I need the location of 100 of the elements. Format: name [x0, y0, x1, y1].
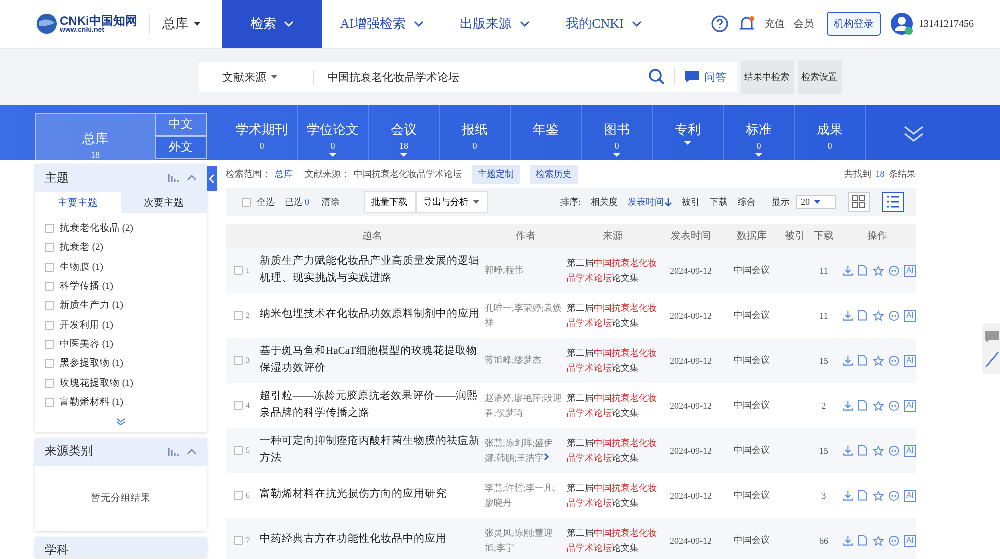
- checkbox[interactable]: [45, 378, 54, 388]
- star-icon[interactable]: [872, 310, 884, 322]
- topic-option[interactable]: 黑参提取物 (1): [60, 357, 124, 370]
- language-tab[interactable]: 中文: [155, 113, 207, 136]
- document-icon[interactable]: [858, 264, 868, 277]
- select-all-label[interactable]: 全选: [257, 196, 275, 208]
- topic-option[interactable]: 中医美容 (1): [60, 338, 114, 351]
- ask-link[interactable]: 问答: [704, 70, 726, 84]
- checkbox[interactable]: [45, 282, 54, 292]
- more-authors-icon[interactable]: [544, 452, 550, 460]
- search-option-button[interactable]: 结果中检索: [740, 60, 794, 94]
- search-icon[interactable]: [648, 68, 666, 86]
- paper-title[interactable]: 基于斑马鱼和HaCaT细胞模型的玫瑰花提取物保湿功效评价: [260, 344, 485, 377]
- topic-option[interactable]: 抗衰老化妆品 (2): [60, 222, 134, 236]
- checkbox[interactable]: [242, 198, 251, 206]
- chat-icon[interactable]: [682, 69, 700, 85]
- checkbox[interactable]: [234, 401, 243, 410]
- grid-view-button[interactable]: [848, 192, 870, 212]
- checkbox[interactable]: [45, 340, 54, 349]
- download-icon[interactable]: [843, 264, 854, 276]
- category-tab[interactable]: 会议 18: [369, 105, 440, 160]
- checkbox[interactable]: [234, 266, 243, 275]
- star-icon[interactable]: [872, 354, 884, 366]
- topic-option[interactable]: 富勒烯材料 (1): [60, 396, 124, 409]
- source-cell[interactable]: 第二届中国抗衰老化妆品学术论坛论文集: [567, 390, 659, 420]
- category-tab[interactable]: 报纸 0: [440, 105, 511, 160]
- paper-title[interactable]: 中药经典古方在功能性化妆品中的应用: [260, 532, 485, 549]
- checkbox[interactable]: [234, 446, 243, 455]
- document-icon[interactable]: [858, 489, 868, 502]
- scope-value[interactable]: 总库: [275, 168, 293, 180]
- search-option-button[interactable]: 检索设置: [798, 60, 842, 94]
- document-icon[interactable]: [858, 444, 868, 457]
- quote-icon[interactable]: [889, 400, 900, 412]
- topic-option[interactable]: 科学传播 (1): [60, 280, 114, 294]
- checkbox[interactable]: [45, 398, 54, 407]
- speech-bubble-icon[interactable]: [984, 329, 1000, 345]
- chart-icon[interactable]: [168, 448, 179, 456]
- star-icon[interactable]: [872, 264, 884, 276]
- more-icon[interactable]: [116, 418, 126, 426]
- login-button[interactable]: 机构登录: [827, 12, 881, 36]
- quote-icon[interactable]: [889, 354, 900, 366]
- download-icon[interactable]: [843, 354, 854, 366]
- paper-title[interactable]: 新质生产力赋能化妆品产业高质量发展的逻辑机理、现实挑战与实践进路: [260, 254, 485, 287]
- page-size-dropdown[interactable]: 20: [796, 195, 836, 209]
- topic-option[interactable]: 玫瑰花提取物 (1): [60, 376, 134, 390]
- checkbox[interactable]: [45, 301, 54, 310]
- bell-icon[interactable]: [738, 15, 756, 33]
- sort-option[interactable]: 综合: [738, 196, 756, 208]
- clear-link[interactable]: 清除: [322, 196, 340, 208]
- star-icon[interactable]: [872, 490, 884, 502]
- paper-title[interactable]: 富勒烯材料在抗光损伤方向的应用研究: [260, 487, 485, 504]
- quote-icon[interactable]: [889, 310, 900, 322]
- topic-tab[interactable]: 次要主题: [121, 192, 207, 213]
- paper-title[interactable]: 一种可定向抑制痤疮丙酸杆菌生物膜的祛痘新方法: [260, 434, 485, 467]
- export-dropdown[interactable]: 导出与分析: [416, 191, 488, 213]
- checkbox[interactable]: [234, 311, 243, 320]
- source-cell[interactable]: 第二届中国抗衰老化妆品学术论坛论文集: [567, 526, 659, 556]
- checkbox[interactable]: [234, 356, 243, 365]
- topic-option[interactable]: 生物膜 (1): [60, 260, 104, 274]
- source-cell[interactable]: 第二届中国抗衰老化妆品学术论坛论文集: [567, 480, 659, 510]
- star-icon[interactable]: [872, 400, 884, 412]
- category-tab[interactable]: 专利: [653, 105, 724, 160]
- category-tab[interactable]: 图书 0: [582, 105, 653, 160]
- header-link[interactable]: 会员: [794, 17, 814, 31]
- star-icon[interactable]: [872, 444, 884, 456]
- document-icon[interactable]: [858, 354, 868, 367]
- document-icon[interactable]: [858, 399, 868, 412]
- sort-option[interactable]: 发表时间: [628, 196, 672, 208]
- paper-title[interactable]: 超引粒——冻龄元胶原抗老效果评价——润熙泉品牌的科学传播之路: [260, 389, 485, 422]
- field-dropdown[interactable]: 文献来源: [198, 70, 314, 84]
- checkbox[interactable]: [45, 320, 54, 330]
- header-link[interactable]: 充值: [765, 17, 785, 31]
- sort-option[interactable]: 被引: [682, 196, 700, 208]
- paper-title[interactable]: 纳米包埋技术在化妆品功效原料制剂中的应用: [260, 307, 485, 324]
- download-icon[interactable]: [843, 400, 854, 412]
- topic-option[interactable]: 新质生产力 (1): [60, 299, 124, 312]
- search-field[interactable]: 文献来源 中国抗衰老化妆品学术论坛 问答: [198, 62, 736, 92]
- batch-download-button[interactable]: 批量下载: [364, 191, 416, 213]
- scope-button[interactable]: 主题定制: [472, 164, 520, 184]
- checkbox[interactable]: [45, 243, 54, 252]
- expand-icon[interactable]: [904, 125, 924, 143]
- collapse-icon[interactable]: [187, 448, 197, 455]
- checkbox[interactable]: [45, 262, 54, 272]
- source-cell[interactable]: 第二届中国抗衰老化妆品学术论坛论文集: [567, 256, 659, 286]
- chart-icon[interactable]: [168, 174, 179, 182]
- checkbox[interactable]: [234, 491, 243, 500]
- checkbox[interactable]: [234, 536, 243, 545]
- category-tab[interactable]: 学位论文 0: [298, 105, 369, 160]
- scope-button[interactable]: 检索历史: [530, 164, 578, 184]
- library-dropdown[interactable]: 总库: [162, 15, 222, 33]
- star-icon[interactable]: [872, 534, 884, 546]
- source-cell[interactable]: 第二届中国抗衰老化妆品学术论坛论文集: [567, 346, 659, 376]
- collapse-sidebar-button[interactable]: [207, 166, 217, 191]
- category-tab[interactable]: 标准 0: [724, 105, 795, 160]
- help-icon[interactable]: [711, 15, 729, 33]
- source-cell[interactable]: 第二届中国抗衰老化妆品学术论坛论文集: [567, 436, 659, 466]
- sort-option[interactable]: 下载: [710, 196, 728, 208]
- list-view-button[interactable]: [882, 192, 904, 212]
- pen-icon[interactable]: [984, 351, 1000, 369]
- nav-tab[interactable]: 检索: [222, 0, 322, 48]
